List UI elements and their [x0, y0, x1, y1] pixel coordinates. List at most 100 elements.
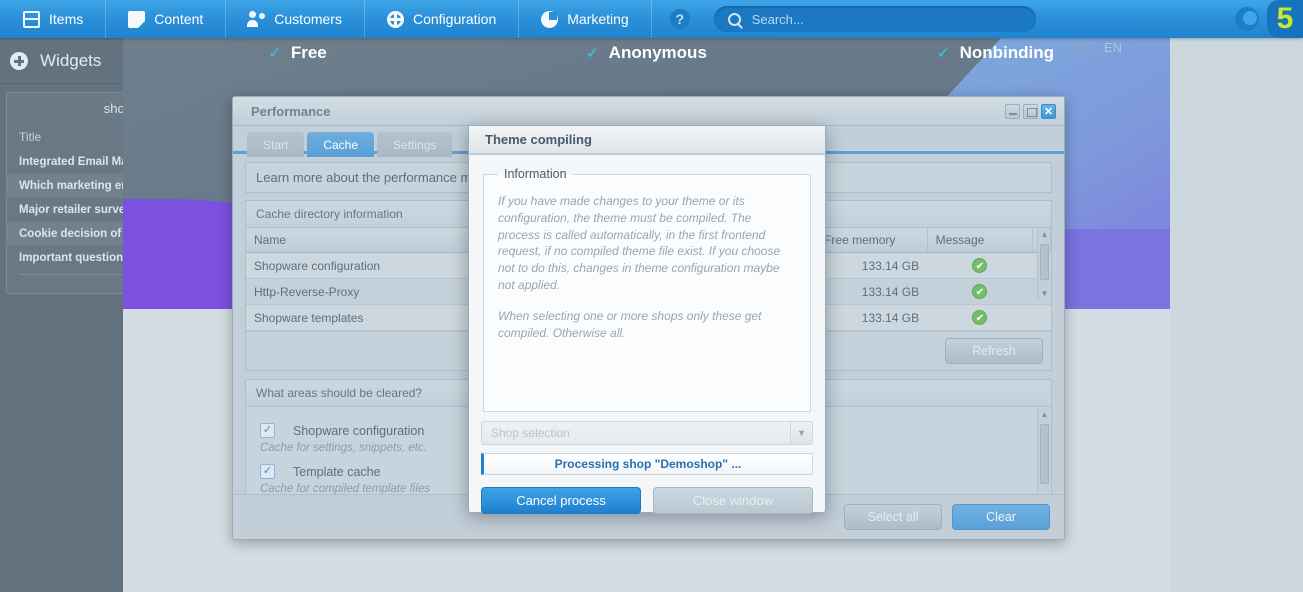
window-controls: ✕ — [1005, 103, 1056, 119]
status-ok-icon: ✔ — [972, 310, 988, 325]
search-icon — [727, 12, 741, 26]
cell-name: Http-Reverse-Proxy — [246, 278, 493, 305]
shop-selection-value: Shop selection — [491, 426, 570, 440]
cell-free-memory: 133.14 GB — [815, 304, 928, 331]
minimize-icon[interactable] — [1005, 103, 1020, 119]
checkbox-icon[interactable]: ✓ — [260, 423, 275, 438]
table-scrollbar[interactable]: ▲ ▼ — [1037, 228, 1050, 300]
status-ok-icon: ✔ — [972, 284, 988, 299]
information-fieldset: Information If you have made changes to … — [483, 167, 811, 412]
gear-icon — [386, 10, 404, 28]
list-item[interactable]: Cookie decision of t — [7, 222, 123, 246]
fieldset-legend: Information — [504, 167, 567, 181]
inbox-icon — [23, 10, 40, 28]
shopware-logo-icon — [1235, 7, 1259, 31]
global-search[interactable] — [713, 6, 1036, 32]
nav-item-configuration[interactable]: Configuration — [365, 0, 520, 38]
checkbox-label: Shopware configuration — [293, 423, 425, 438]
nav-label: Marketing — [567, 11, 629, 27]
status-ok-icon: ✔ — [972, 258, 988, 273]
version-badge: 5 — [1267, 0, 1303, 38]
shopware-news-widget: shopware News Title Integrated Email Mar… — [6, 92, 123, 294]
widget-news-list: Title Integrated Email Marketing Which m… — [7, 124, 123, 293]
close-icon[interactable]: ✕ — [1041, 103, 1056, 119]
scroll-up-icon[interactable]: ▲ — [1038, 228, 1051, 241]
feature-free: ✓ Free — [123, 43, 472, 63]
nav-item-customers[interactable]: Customers — [226, 0, 365, 38]
shop-selection-dropdown[interactable]: Shop selection ▼ — [481, 421, 813, 445]
lang-separator: | — [1096, 40, 1101, 55]
window-titlebar[interactable]: Performance ✕ — [233, 97, 1064, 126]
help-icon: ? — [669, 9, 690, 29]
refresh-button[interactable]: Refresh — [945, 338, 1043, 364]
list-item[interactable]: Important questions — [7, 246, 123, 270]
cell-message: ✔ — [927, 304, 1033, 331]
pie-chart-icon — [541, 10, 559, 28]
nav-label: Customers — [274, 11, 342, 27]
progress-bar: Processing shop "Demoshop" ... — [481, 453, 813, 475]
widgets-sidebar: Widgets shopware News Title Integrated E… — [0, 38, 123, 592]
checkbox-icon[interactable]: ✓ — [260, 464, 275, 479]
cell-message: ✔ — [927, 252, 1033, 279]
col-name[interactable]: Name — [246, 228, 494, 253]
people-icon — [247, 10, 266, 28]
cell-message: ✔ — [927, 278, 1033, 305]
widget-column-header: Title — [19, 130, 42, 144]
checkbox-label: Template cache — [293, 464, 381, 479]
check-icon: ✓ — [586, 45, 599, 62]
select-all-button[interactable]: Select all — [844, 504, 942, 530]
scroll-down-icon[interactable]: ▼ — [1038, 287, 1051, 300]
modal-titlebar[interactable]: Theme compiling — [469, 126, 825, 155]
brand-area: 5 — [1235, 0, 1303, 38]
nav-item-content[interactable]: Content — [106, 0, 227, 38]
info-paragraph-2: When selecting one or more shops only th… — [498, 308, 762, 340]
close-window-button: Close window — [653, 487, 813, 514]
cancel-process-button[interactable]: Cancel process — [481, 487, 641, 514]
feature-label: Anonymous — [608, 43, 707, 62]
check-icon: ✓ — [937, 45, 950, 62]
modal-footer: Cancel process Close window — [481, 487, 813, 514]
scroll-up-icon[interactable]: ▲ — [1038, 408, 1051, 421]
lang-de-link[interactable]: DE — [1075, 40, 1093, 55]
check-icon: ✓ — [268, 45, 281, 62]
document-icon — [128, 10, 146, 28]
widgets-title: Widgets — [40, 50, 102, 70]
list-item[interactable]: Major retailer survey — [7, 198, 123, 222]
top-navigation-bar: Items Content Customers Configuration Ma… — [0, 0, 1303, 38]
cell-free-memory: 133.14 GB — [815, 278, 928, 305]
nav-label: Configuration — [412, 11, 497, 27]
modal-title-label: Theme compiling — [485, 132, 592, 147]
clear-button[interactable]: Clear — [952, 504, 1050, 530]
chevron-down-icon[interactable]: ▼ — [790, 422, 812, 444]
list-item[interactable]: Which marketing era — [7, 174, 123, 198]
widgets-header[interactable]: Widgets — [0, 38, 123, 84]
feature-label: Free — [290, 43, 327, 62]
info-paragraph-1: If you have made changes to your theme o… — [498, 194, 781, 292]
cell-spacer — [1032, 304, 1051, 331]
cell-name: Shopware templates — [246, 304, 493, 331]
maximize-icon[interactable] — [1023, 103, 1038, 119]
col-message[interactable]: Message — [927, 228, 1034, 253]
list-item[interactable]: Integrated Email Marketing — [7, 150, 123, 174]
modal-body: Information If you have made changes to … — [469, 155, 825, 526]
window-title-label: Performance — [251, 103, 331, 119]
nav-label: Items — [49, 11, 84, 27]
nav-item-items[interactable]: Items — [0, 0, 107, 38]
nav-item-marketing[interactable]: Marketing — [519, 0, 652, 38]
scroll-thumb[interactable] — [1040, 424, 1049, 484]
progress-label: Processing shop "Demoshop" ... — [554, 457, 742, 471]
language-switcher[interactable]: DE | EN — [1075, 40, 1122, 55]
search-input[interactable] — [749, 10, 1022, 28]
scroll-thumb[interactable] — [1040, 244, 1049, 280]
lang-en-link[interactable]: EN — [1104, 40, 1122, 55]
nav-label: Content — [154, 11, 204, 27]
widget-title: shopware News — [103, 101, 123, 116]
cell-name: Shopware configuration — [246, 252, 493, 279]
feature-anonymous: ✓ Anonymous — [472, 43, 821, 63]
col-free-memory[interactable]: Free memory — [815, 228, 928, 253]
feature-row: ✓ Free ✓ Anonymous ✓ Nonbinding — [123, 38, 1170, 68]
theme-compiling-modal: Theme compiling Information If you have … — [468, 125, 826, 514]
plus-icon[interactable] — [10, 51, 28, 70]
nav-item-help[interactable]: ? — [652, 0, 708, 38]
app-root: ✓ Free ✓ Anonymous ✓ Nonbinding DE | EN … — [0, 0, 1303, 592]
